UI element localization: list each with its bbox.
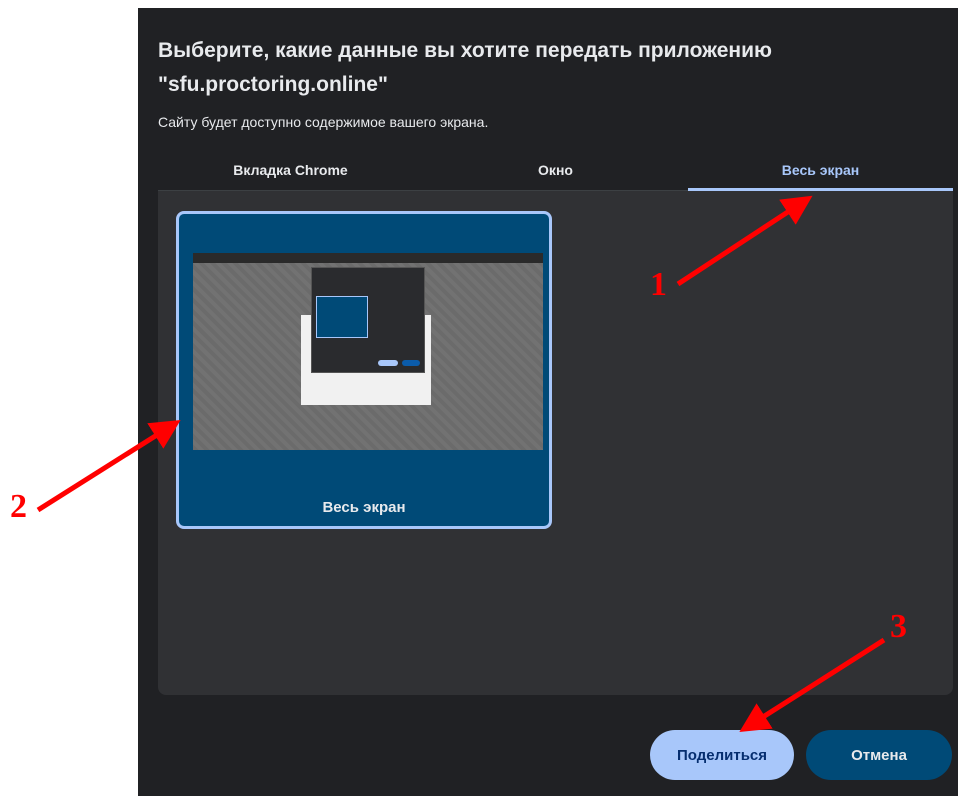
preview-browser-bar — [193, 253, 543, 263]
share-button[interactable]: Поделиться — [650, 730, 794, 780]
preview-mini-tile — [316, 296, 368, 338]
share-screen-dialog: Выберите, какие данные вы хотите передат… — [138, 8, 958, 796]
dialog-subtitle: Сайту будет доступно содержимое вашего э… — [158, 114, 489, 130]
screen-preview-thumbnail — [193, 253, 543, 450]
preview-dialog — [311, 267, 425, 373]
screenshot-stage: Выберите, какие данные вы хотите передат… — [0, 0, 958, 796]
sources-panel: Весь экран — [158, 191, 953, 695]
source-tabs: Вкладка Chrome Окно Весь экран — [158, 156, 953, 191]
annotation-marker-3: 3 — [890, 608, 907, 645]
dialog-title: Выберите, какие данные вы хотите передат… — [158, 39, 772, 96]
tab-chrome-tab[interactable]: Вкладка Chrome — [158, 156, 423, 190]
annotation-marker-2: 2 — [10, 488, 27, 525]
preview-mini-share — [378, 360, 398, 366]
entire-screen-tile-label: Весь экран — [322, 499, 406, 516]
tab-entire-screen[interactable]: Весь экран — [688, 156, 953, 191]
cancel-button[interactable]: Отмена — [806, 730, 952, 780]
preview-mini-cancel — [402, 360, 420, 366]
annotation-marker-1: 1 — [650, 266, 667, 303]
entire-screen-tile[interactable]: Весь экран — [176, 211, 552, 529]
tab-window[interactable]: Окно — [423, 156, 688, 190]
